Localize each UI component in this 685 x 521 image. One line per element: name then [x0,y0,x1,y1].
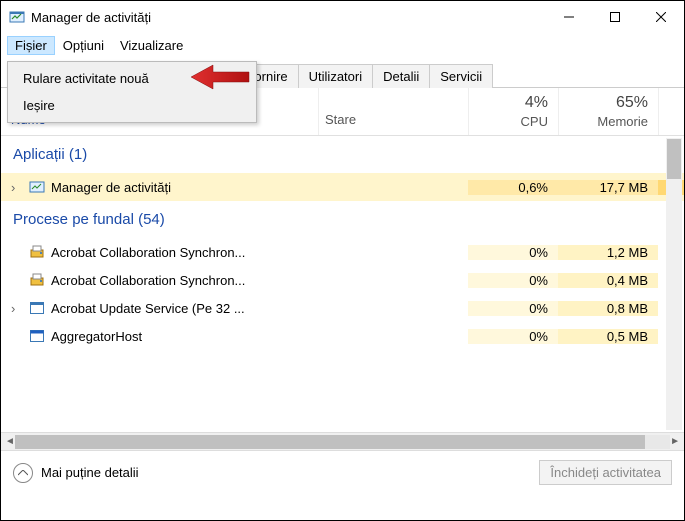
cell-memory: 0,8 MB [558,301,658,316]
column-status-label: Stare [325,112,356,127]
fewer-details-label: Mai puține detalii [41,465,139,480]
table-row[interactable]: › Acrobat Update Service (Pe 32 ... 0% 0… [1,294,684,322]
expand-toggle[interactable]: › [11,301,23,316]
table-row[interactable]: Acrobat Collaboration Synchron... 0% 0,4… [1,266,684,294]
cell-cpu: 0% [468,301,558,316]
menu-options[interactable]: Opțiuni [55,36,112,55]
scroll-left-icon[interactable]: ◄ [5,436,15,447]
cell-name: Acrobat Collaboration Synchron... [1,272,318,288]
window-blue-icon [29,328,45,344]
process-list: Aplicații (1) › Manager de activități 0,… [1,136,684,432]
window-controls [546,1,684,33]
column-cpu[interactable]: 4% CPU [468,88,558,135]
maximize-button[interactable] [592,1,638,33]
menubar: Fișier Opțiuni Vizualizare [1,33,684,57]
cell-name: › Acrobat Update Service (Pe 32 ... [1,300,318,316]
fewer-details-button[interactable]: Mai puține detalii [13,463,139,483]
process-name: Acrobat Collaboration Synchron... [51,273,245,288]
process-name: Acrobat Collaboration Synchron... [51,245,245,260]
printer-icon [29,272,45,288]
scrollbar-thumb[interactable] [667,139,681,179]
group-apps[interactable]: Aplicații (1) [1,136,684,173]
column-status[interactable]: Stare [318,88,468,135]
annotation-arrow-icon [191,63,251,91]
column-memory[interactable]: 65% Memorie [558,88,658,135]
vertical-scrollbar[interactable] [666,138,682,430]
chevron-up-icon [13,463,33,483]
titlebar: Manager de activități [1,1,684,33]
cell-memory: 0,5 MB [558,329,658,344]
cpu-label: CPU [521,114,548,129]
cell-memory: 17,7 MB [558,180,658,195]
cell-name: AggregatorHost [1,328,318,344]
tab-details[interactable]: Detalii [372,64,430,88]
cell-memory: 0,4 MB [558,273,658,288]
tab-users[interactable]: Utilizatori [298,64,373,88]
process-name: Manager de activități [51,180,171,195]
footer: Mai puține detalii Închideți activitatea [1,450,684,494]
memory-label: Memorie [597,114,648,129]
cell-cpu: 0,6% [468,180,558,195]
scroll-right-icon[interactable]: ► [670,436,680,447]
end-task-button[interactable]: Închideți activitatea [539,460,672,485]
hscroll-thumb[interactable] [15,435,645,449]
cell-name: › Manager de activități [1,179,318,195]
minimize-button[interactable] [546,1,592,33]
cell-cpu: 0% [468,329,558,344]
table-row[interactable]: › Manager de activități 0,6% 17,7 MB 0 [1,173,684,201]
process-name: Acrobat Update Service (Pe 32 ... [51,301,245,316]
tab-services[interactable]: Servicii [429,64,493,88]
cell-name: Acrobat Collaboration Synchron... [1,244,318,260]
task-manager-icon [29,179,45,195]
task-manager-icon [9,9,25,25]
group-background[interactable]: Procese pe fundal (54) [1,201,684,238]
memory-percent: 65% [616,94,648,112]
menu-view[interactable]: Vizualizare [112,36,191,55]
cpu-percent: 4% [525,94,548,112]
close-button[interactable] [638,1,684,33]
expand-toggle[interactable]: › [11,180,23,195]
cell-memory: 1,2 MB [558,245,658,260]
menu-file[interactable]: Fișier [7,36,55,55]
cell-cpu: 0% [468,273,558,288]
horizontal-scrollbar[interactable]: ◄ ► [1,432,684,450]
menu-item-exit[interactable]: Ieșire [11,92,253,119]
window-title: Manager de activități [31,10,546,25]
printer-icon [29,244,45,260]
cell-cpu: 0% [468,245,558,260]
window-blank-icon [29,300,45,316]
hscroll-track[interactable] [15,435,670,449]
column-edge [658,88,684,135]
process-name: AggregatorHost [51,329,142,344]
table-row[interactable]: Acrobat Collaboration Synchron... 0% 1,2… [1,238,684,266]
table-row[interactable]: AggregatorHost 0% 0,5 MB [1,322,684,350]
